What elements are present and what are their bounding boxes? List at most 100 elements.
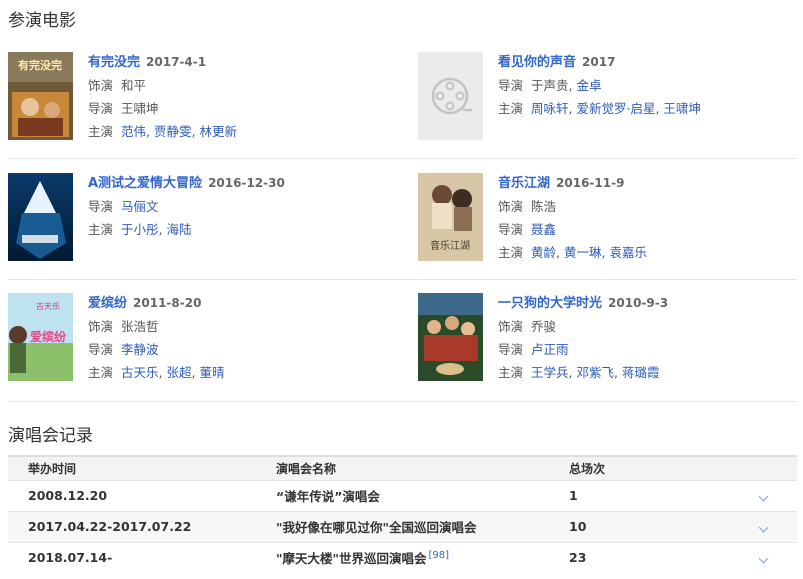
film-role-row: 饰演 陈浩	[498, 195, 798, 218]
cast-link[interactable]: 袁嘉乐	[609, 245, 647, 260]
row-label: 导演	[498, 342, 524, 357]
cast-link[interactable]: 周咏轩	[531, 101, 569, 116]
concert-name: "摩天大楼"世界巡回演唱会	[276, 551, 427, 567]
poster-title-text: 爱缤纷	[30, 329, 66, 344]
cast-link[interactable]: 王学兵	[531, 365, 569, 380]
film-title-link[interactable]: 有完没完	[88, 55, 140, 70]
film-title-link[interactable]: 看见你的声音	[498, 55, 576, 70]
film-card: 音乐江湖 音乐江湖 2016-11-9 饰演 陈浩 导演 聂鑫 主演 黄龄, 黄一琳, …	[418, 173, 798, 265]
film-poster-placeholder[interactable]	[418, 52, 483, 140]
film-title-link[interactable]: A测试之爱情大冒险	[88, 176, 202, 191]
col-header-name: 演唱会名称	[276, 455, 569, 480]
concert-time: 2008.12.20	[8, 479, 276, 511]
cast-link[interactable]: 蒋璐霞	[622, 365, 660, 380]
poster-title-text: 有完没完	[18, 58, 62, 72]
role-name: 张浩哲	[121, 319, 159, 334]
table-row[interactable]: 2018.07.14- "摩天大楼"世界巡回演唱会 [98] 23	[8, 541, 797, 573]
film-card: A测试之爱情大冒险 2016-12-30 导演 马俪文 主演 于小彤, 海陆	[8, 173, 388, 265]
film-info: A测试之爱情大冒险 2016-12-30 导演 马俪文 主演 于小彤, 海陆	[88, 175, 388, 241]
film-poster[interactable]	[418, 293, 483, 381]
concert-count: 23	[569, 541, 729, 573]
cast-link[interactable]: 于小彤	[121, 222, 159, 237]
film-role-row: 饰演 和平	[88, 74, 388, 97]
chevron-down-icon[interactable]	[758, 522, 768, 533]
row-label: 导演	[88, 199, 114, 214]
col-header-count: 总场次	[569, 455, 729, 480]
expand-toggle[interactable]	[729, 541, 797, 573]
cast-link[interactable]: 黄龄	[531, 245, 556, 260]
film-director-row: 导演 李静波	[88, 338, 388, 361]
film-cast-row: 主演 周咏轩, 爱新觉罗·启星, 王啸坤	[498, 101, 701, 116]
cast-link[interactable]: 邓紫飞	[576, 365, 614, 380]
film-card: 一只狗的大学时光 2010-9-3 饰演 乔骏 导演 卢正雨 主演 王学兵, 邓紫飞, …	[418, 293, 798, 385]
poster-title-text: 音乐江湖	[430, 239, 470, 252]
film-director-row: 导演 卢正雨	[498, 338, 798, 361]
film-date: 2017	[582, 55, 616, 69]
row-divider	[8, 401, 797, 402]
film-title-link[interactable]: 一只狗的大学时光	[498, 296, 602, 311]
director-name: 王啸坤	[121, 101, 159, 116]
expand-toggle[interactable]	[729, 510, 797, 542]
film-info: 一只狗的大学时光 2010-9-3 饰演 乔骏 导演 卢正雨 主演 王学兵, 邓紫飞, …	[498, 295, 798, 384]
film-director-row: 导演 聂鑫	[498, 218, 798, 241]
director-link[interactable]: 卢正雨	[531, 342, 569, 357]
film-info: 爱缤纷 2011-8-20 饰演 张浩哲 导演 李静波 主演 古天乐, 张超, 董晴	[88, 295, 388, 384]
row-label: 主演	[88, 365, 114, 380]
cast-link[interactable]: 贾静雯	[154, 124, 192, 139]
row-label: 主演	[88, 222, 114, 237]
film-title-link[interactable]: 音乐江湖	[498, 176, 550, 191]
film-date: 2016-12-30	[208, 176, 285, 190]
film-poster[interactable]: 有完没完	[8, 52, 73, 140]
film-date: 2016-11-9	[556, 176, 625, 190]
film-director-row: 导演 马俪文	[88, 195, 388, 218]
poster-image	[8, 173, 73, 261]
chevron-down-icon[interactable]	[758, 553, 768, 564]
row-label: 主演	[498, 245, 524, 260]
role-name: 陈浩	[531, 199, 557, 214]
table-row[interactable]: 2008.12.20 “谦年传说”演唱会 1	[8, 479, 797, 511]
chevron-down-icon[interactable]	[758, 491, 768, 502]
concerts-table: 举办时间 演唱会名称 总场次 2008.12.20 “谦年传说”演唱会 1 20…	[8, 455, 797, 573]
film-info: 有完没完 2017-4-1 饰演 和平 导演 王啸坤 主演 范伟, 贾静雯, 林更新	[88, 54, 388, 143]
expand-toggle[interactable]	[729, 479, 797, 511]
table-row[interactable]: 2017.04.22-2017.07.22 "我好像在哪见过你"全国巡回演唱会 …	[8, 510, 797, 542]
cast-link[interactable]: 海陆	[166, 222, 191, 237]
film-role-row: 饰演 张浩哲	[88, 315, 388, 338]
cast-link[interactable]: 张超	[166, 365, 191, 380]
director-link[interactable]: 金卓	[576, 78, 601, 93]
row-label: 导演	[498, 78, 524, 93]
concert-count: 10	[569, 510, 729, 542]
cast-link[interactable]: 古天乐	[121, 365, 159, 380]
row-label: 主演	[498, 101, 524, 116]
concert-time: 2018.07.14-	[8, 541, 276, 573]
row-label: 主演	[498, 365, 524, 380]
director-link[interactable]: 李静波	[121, 342, 159, 357]
film-poster[interactable]: 古天乐 爱缤纷	[8, 293, 73, 381]
director-link[interactable]: 马俪文	[121, 199, 159, 214]
row-label: 饰演	[88, 78, 114, 93]
film-poster[interactable]	[8, 173, 73, 261]
row-label: 饰演	[88, 319, 114, 334]
poster-image: 古天乐 爱缤纷	[8, 293, 73, 381]
film-cast-row: 主演 王学兵, 邓紫飞, 蒋璐霞	[498, 365, 660, 380]
cast-link[interactable]: 范伟	[121, 124, 146, 139]
poster-image: 音乐江湖	[418, 173, 483, 261]
film-title-link[interactable]: 爱缤纷	[88, 296, 127, 311]
row-label: 导演	[88, 101, 114, 116]
poster-image: 有完没完	[8, 52, 73, 140]
film-date: 2011-8-20	[133, 296, 202, 310]
reference-link[interactable]: [98]	[429, 550, 450, 561]
row-label: 导演	[498, 222, 524, 237]
cast-link[interactable]: 王啸坤	[663, 101, 701, 116]
cast-link[interactable]: 董晴	[199, 365, 224, 380]
cast-link[interactable]: 爱新觉罗·启星	[576, 101, 655, 116]
cast-link[interactable]: 黄一琳	[564, 245, 602, 260]
poster-image	[418, 293, 483, 381]
row-label: 导演	[88, 342, 114, 357]
cast-link[interactable]: 林更新	[199, 124, 237, 139]
row-divider	[8, 279, 797, 280]
film-poster[interactable]: 音乐江湖	[418, 173, 483, 261]
director-link[interactable]: 聂鑫	[531, 222, 556, 237]
row-divider	[8, 158, 797, 159]
col-header-time: 举办时间	[8, 455, 276, 480]
